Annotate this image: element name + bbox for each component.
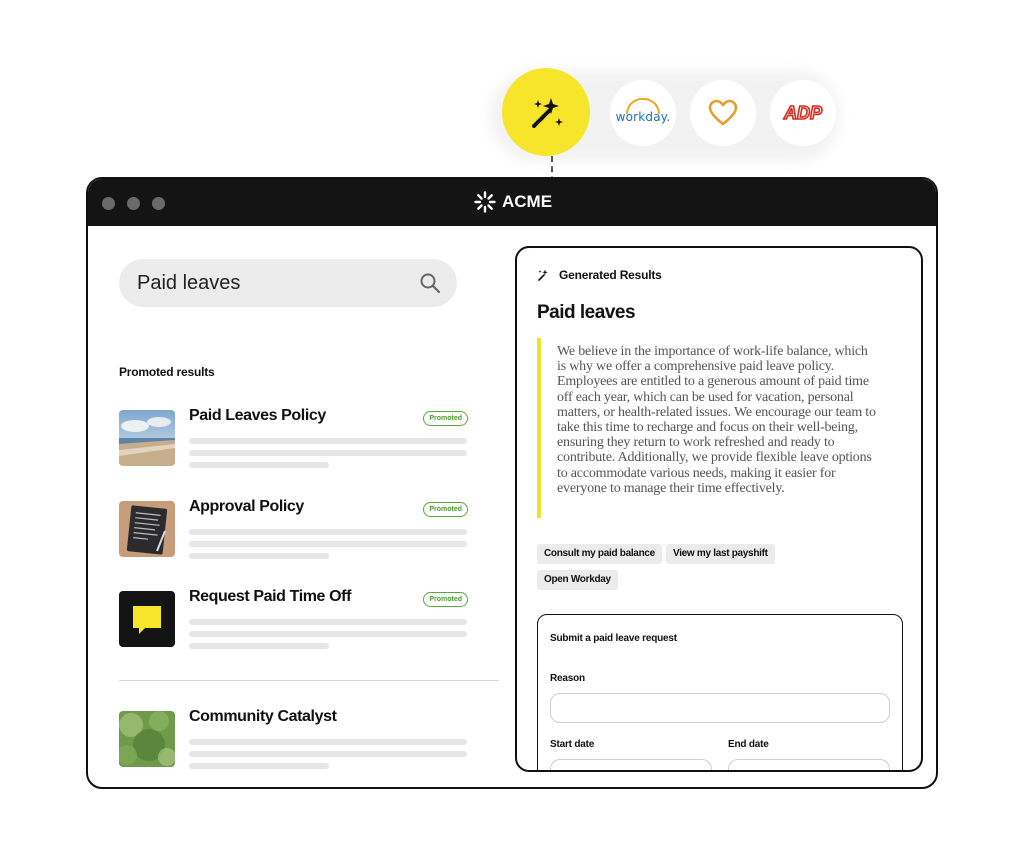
title-bar: ACME — [88, 179, 936, 226]
workday-logo-text: workday. — [615, 110, 671, 124]
text-placeholder-line — [189, 529, 467, 535]
result-title[interactable]: Community Catalyst — [189, 708, 337, 726]
adp-logo-icon[interactable]: ADP — [770, 80, 836, 146]
browser-window: ACME Paid leaves Promoted results Paid L… — [86, 177, 938, 789]
consult-paid-balance-button[interactable]: Consult my paid balance — [537, 544, 662, 564]
window-maximize-dot[interactable] — [152, 197, 165, 210]
acme-logo-icon — [474, 191, 496, 213]
search-bar[interactable]: Paid leaves — [119, 259, 457, 307]
beach-photo-thumbnail — [119, 410, 175, 466]
form-title: Submit a paid leave request — [550, 633, 677, 644]
text-placeholder-line — [189, 541, 467, 547]
window-close-dot[interactable] — [102, 197, 115, 210]
end-date-input[interactable] — [728, 759, 890, 770]
reason-input[interactable] — [550, 693, 890, 723]
text-placeholder-line — [189, 763, 329, 769]
result-item[interactable]: Approval Policy Promoted — [119, 498, 471, 561]
result-item[interactable]: Paid Leaves Policy Promoted — [119, 407, 471, 470]
text-placeholder-line — [189, 462, 329, 468]
promoted-badge: Promoted — [423, 411, 468, 426]
text-placeholder-line — [189, 553, 329, 559]
adp-logo-text: ADP — [783, 103, 823, 123]
heart-icon[interactable] — [690, 80, 756, 146]
workday-logo-icon[interactable]: workday. — [610, 80, 676, 146]
text-placeholder-line — [189, 450, 467, 456]
view-last-payshift-button[interactable]: View my last payshift — [666, 544, 775, 564]
text-placeholder-line — [189, 739, 467, 745]
generated-title: Paid leaves — [537, 302, 636, 323]
generated-results-header: Generated Results — [537, 268, 662, 282]
result-item[interactable]: Request Paid Time Off Promoted — [119, 588, 471, 651]
promoted-badge: Promoted — [423, 502, 468, 517]
brand: ACME — [474, 191, 552, 213]
foliage-photo-thumbnail — [119, 711, 175, 767]
results-divider — [119, 680, 499, 681]
magic-wand-icon — [538, 269, 548, 281]
generated-answer-text: We believe in the importance of work-lif… — [557, 344, 876, 496]
chat-bubble-icon — [119, 591, 175, 647]
text-placeholder-line — [189, 619, 467, 625]
reason-label: Reason — [550, 673, 585, 684]
start-date-input[interactable] — [550, 759, 712, 770]
brand-name: ACME — [502, 192, 553, 211]
generated-results-label: Generated Results — [559, 268, 662, 282]
text-placeholder-line — [189, 631, 467, 637]
end-date-label: End date — [728, 739, 769, 750]
window-minimize-dot[interactable] — [127, 197, 140, 210]
magic-wand-icon[interactable] — [502, 68, 590, 156]
promoted-badge: Promoted — [423, 592, 468, 607]
result-title[interactable]: Paid Leaves Policy — [189, 407, 326, 425]
text-placeholder-line — [189, 643, 329, 649]
quote-accent-bar — [537, 338, 541, 518]
result-item[interactable]: Community Catalyst — [119, 708, 471, 771]
result-title[interactable]: Request Paid Time Off — [189, 588, 351, 606]
search-input[interactable]: Paid leaves — [137, 272, 419, 295]
start-date-label: Start date — [550, 739, 595, 750]
promoted-results-heading: Promoted results — [119, 365, 215, 379]
paid-leave-request-form: Submit a paid leave request Reason Start… — [537, 614, 903, 770]
generated-results-panel: Generated Results Paid leaves We believe… — [515, 246, 923, 772]
text-placeholder-line — [189, 751, 467, 757]
open-workday-button[interactable]: Open Workday — [537, 570, 618, 590]
search-icon[interactable] — [419, 272, 441, 294]
result-title[interactable]: Approval Policy — [189, 498, 304, 516]
document-photo-thumbnail — [119, 501, 175, 557]
text-placeholder-line — [189, 438, 467, 444]
